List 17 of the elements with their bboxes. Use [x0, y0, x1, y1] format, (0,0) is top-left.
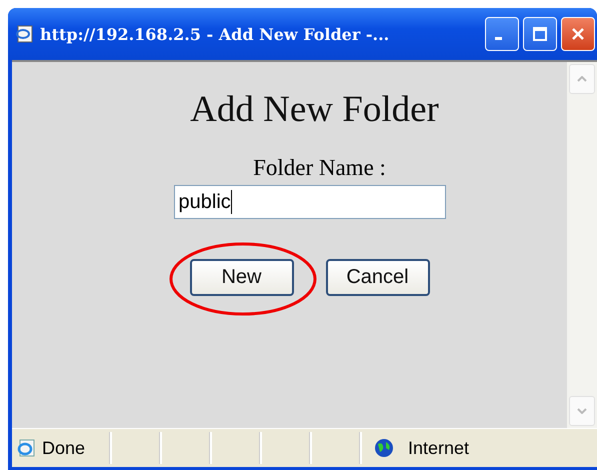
- folder-name-field[interactable]: public: [174, 185, 446, 219]
- maximize-button[interactable]: [523, 17, 557, 51]
- form-button[interactable]: New: [190, 259, 294, 296]
- window-title: http://192.168.2.5 - Add New Folder -...: [40, 24, 390, 44]
- globe-icon: [374, 438, 394, 458]
- form-button[interactable]: Cancel: [326, 259, 430, 296]
- page-heading: Add New Folder: [190, 88, 439, 131]
- minimize-icon: [494, 36, 502, 40]
- zone-text: Internet: [408, 438, 470, 458]
- page-icon: [16, 438, 36, 458]
- close-button[interactable]: [561, 17, 595, 51]
- status-text: Done: [42, 438, 86, 458]
- maximize-icon: [532, 26, 548, 42]
- page-icon: [14, 24, 34, 44]
- close-icon: [570, 26, 586, 42]
- field-label: Folder Name :: [253, 155, 386, 181]
- minimize-button[interactable]: [485, 17, 519, 51]
